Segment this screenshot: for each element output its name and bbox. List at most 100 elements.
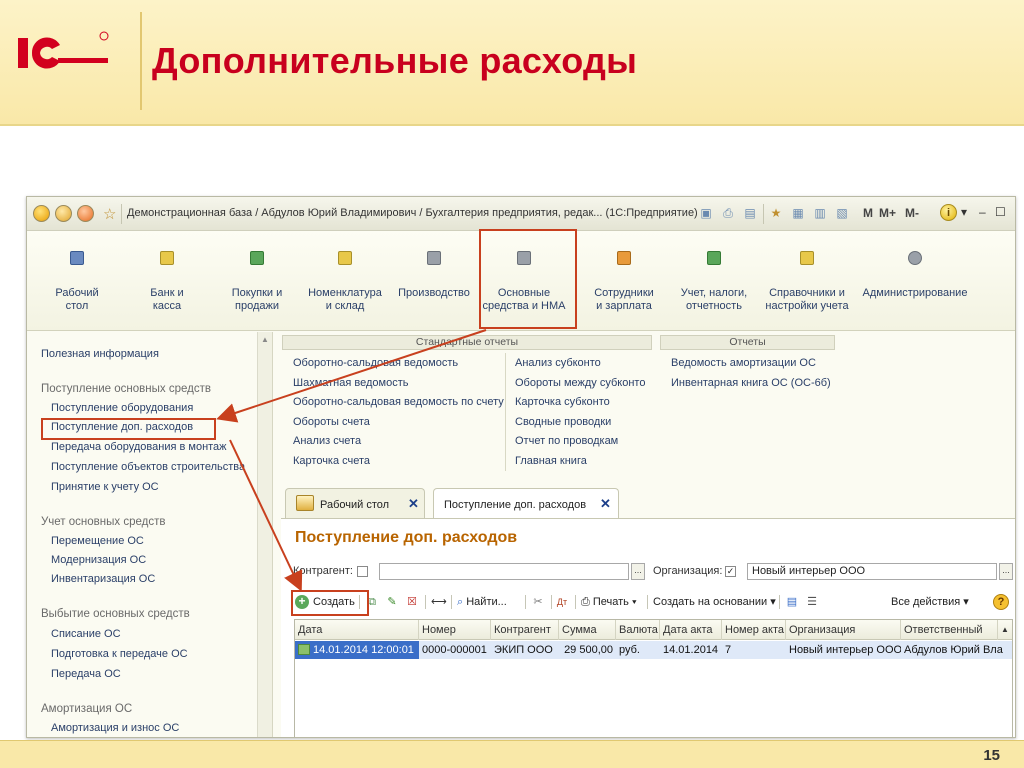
column-header[interactable]: Дата акта — [660, 620, 722, 640]
section-desktop[interactable]: Рабочий стол — [32, 251, 122, 313]
report-link[interactable]: Карточка субконто — [515, 396, 610, 408]
nav-item[interactable]: Передача оборудования в монтаж — [51, 441, 227, 453]
report-link[interactable]: Отчет по проводкам — [515, 435, 618, 447]
postings-icon[interactable]: Дт — [555, 595, 569, 609]
section-nomenclature[interactable]: Номенклатура и склад — [300, 251, 390, 313]
table-cell[interactable]: ЭКИП ООО — [491, 641, 559, 659]
tab-additional-expenses[interactable]: Поступление доп. расходов ✕ — [433, 488, 619, 518]
nav-item[interactable]: Поступление объектов строительства — [51, 461, 245, 473]
info-icon[interactable]: i — [940, 204, 957, 221]
cancel-search-icon[interactable]: ✂ — [531, 595, 545, 609]
star-icon[interactable]: ☆ — [103, 205, 116, 223]
section-bank[interactable]: Банк и касса — [122, 251, 212, 313]
close-icon[interactable]: ✕ — [600, 496, 611, 512]
chevron-down-icon[interactable]: ▾ — [961, 205, 967, 219]
toolbar-separator — [451, 595, 452, 609]
organization-field[interactable]: Новый интерьер ООО — [747, 563, 997, 580]
table-row[interactable]: 14.01.2014 12:00:01 0000-000001 ЭКИП ООО… — [295, 641, 1012, 659]
contractor-select-button[interactable]: ... — [631, 563, 645, 580]
minimize-icon[interactable]: – — [979, 205, 986, 219]
print-icon[interactable]: ⎙ — [721, 206, 735, 221]
report-link[interactable]: Анализ счета — [293, 435, 361, 447]
report-link[interactable]: Сводные проводки — [515, 416, 611, 428]
refresh-icon[interactable]: ⟷ — [431, 595, 447, 609]
section-employees[interactable]: Сотрудники и зарплата — [579, 251, 669, 313]
nav-item[interactable]: Инвентаризация ОС — [51, 573, 155, 585]
section-references[interactable]: Справочники и настройки учета — [762, 251, 852, 313]
memory-plus-button[interactable]: M+ — [879, 206, 896, 220]
report-link[interactable]: Ведомость амортизации ОС — [671, 357, 816, 369]
nav-scrollbar[interactable]: ▲ — [257, 332, 272, 737]
nav-item[interactable]: Амортизация и износ ОС — [51, 722, 179, 734]
nav-item[interactable]: Списание ОС — [51, 628, 121, 640]
column-header[interactable]: Контрагент — [491, 620, 559, 640]
section-production[interactable]: Производство — [389, 251, 479, 300]
orange-circle-icon[interactable] — [77, 205, 94, 222]
help-icon[interactable]: ? — [993, 594, 1009, 610]
report-link[interactable]: Обороты счета — [293, 416, 370, 428]
favorites-icon[interactable]: ★ — [769, 206, 783, 221]
find-button[interactable]: ⌕ Найти... — [457, 592, 521, 612]
report-link[interactable]: Шахматная ведомость — [293, 377, 408, 389]
nav-item[interactable]: Передача ОС — [51, 668, 121, 680]
create-based-on-button[interactable]: Создать на основании ▾ — [653, 592, 781, 612]
table-cell[interactable]: Новый интерьер ООО — [786, 641, 901, 659]
table-cell[interactable]: 14.01.2014 12:00:01 — [295, 641, 419, 659]
preview-icon[interactable]: ▤ — [743, 206, 757, 221]
memory-minus-button[interactable]: M- — [905, 206, 919, 220]
contractor-checkbox[interactable] — [357, 566, 368, 577]
nav-item[interactable]: Подготовка к передаче ОС — [51, 648, 188, 660]
document-icon[interactable]: ▤ — [785, 595, 799, 609]
table-cell[interactable]: 0000-000001 — [419, 641, 491, 659]
save-icon[interactable]: ▣ — [699, 206, 713, 221]
app-menu-icon[interactable] — [33, 205, 50, 222]
column-header[interactable]: Организация — [786, 620, 901, 640]
report-link[interactable]: Главная книга — [515, 455, 587, 467]
nav-useful-info[interactable]: Полезная информация — [41, 348, 159, 360]
section-purchases[interactable]: Покупки и продажи — [212, 251, 302, 313]
scroll-up-icon[interactable]: ▲ — [261, 335, 269, 344]
calculator-icon[interactable]: ▥ — [813, 206, 827, 221]
nav-item[interactable]: Принятие к учету ОС — [51, 481, 159, 493]
column-header[interactable]: Дата — [295, 620, 419, 640]
print-button[interactable]: ⎙ Печать ▾ — [581, 592, 645, 612]
table-cell[interactable]: Абдулов Юрий Вла — [901, 641, 1012, 659]
tab-desktop[interactable]: Рабочий стол ✕ — [285, 488, 425, 518]
chevron-down-icon[interactable] — [55, 205, 72, 222]
organization-select-button[interactable]: ... — [999, 563, 1013, 580]
column-header[interactable]: Номер акта — [722, 620, 786, 640]
memory-button[interactable]: M — [863, 206, 873, 220]
column-header[interactable]: Ответственный — [901, 620, 998, 640]
column-header[interactable]: Сумма — [559, 620, 616, 640]
table-cell[interactable]: 14.01.2014 — [660, 641, 722, 659]
list-icon[interactable]: ☰ — [805, 595, 819, 609]
section-taxes[interactable]: Учет, налоги, отчетность — [669, 251, 759, 313]
table-cell[interactable]: 7 — [722, 641, 786, 659]
organization-checkbox[interactable]: ✓ — [725, 566, 736, 577]
report-link[interactable]: Оборотно-сальдовая ведомость по счету — [293, 396, 504, 408]
taxes-icon — [707, 251, 721, 265]
history-icon[interactable]: ▦ — [791, 206, 805, 221]
section-administration[interactable]: Администрирование — [859, 251, 971, 300]
contractor-field[interactable] — [379, 563, 629, 580]
column-header[interactable]: Номер — [419, 620, 491, 640]
report-link[interactable]: Карточка счета — [293, 455, 370, 467]
report-link[interactable]: Обороты между субконто — [515, 377, 645, 389]
edit-icon[interactable]: ✎ — [385, 595, 399, 609]
all-actions-button[interactable]: Все действия ▾ — [891, 592, 983, 612]
calendar-icon[interactable]: ▧ — [835, 206, 849, 221]
table-cell[interactable]: 29 500,00 — [559, 641, 616, 659]
table-cell[interactable]: руб. — [616, 641, 660, 659]
nav-item[interactable]: Поступление оборудования — [51, 402, 193, 414]
scroll-up-icon[interactable]: ▲ — [998, 620, 1012, 640]
contractor-label: Контрагент: — [293, 565, 353, 577]
report-link[interactable]: Оборотно-сальдовая ведомость — [293, 357, 458, 369]
report-link[interactable]: Инвентарная книга ОС (ОС-6б) — [671, 377, 831, 389]
maximize-icon[interactable]: ☐ — [995, 205, 1006, 219]
close-icon[interactable]: ✕ — [408, 496, 419, 512]
delete-icon[interactable]: ☒ — [405, 595, 419, 609]
nav-item[interactable]: Модернизация ОС — [51, 554, 146, 566]
nav-item[interactable]: Перемещение ОС — [51, 535, 144, 547]
column-header[interactable]: Валюта — [616, 620, 660, 640]
report-link[interactable]: Анализ субконто — [515, 357, 601, 369]
